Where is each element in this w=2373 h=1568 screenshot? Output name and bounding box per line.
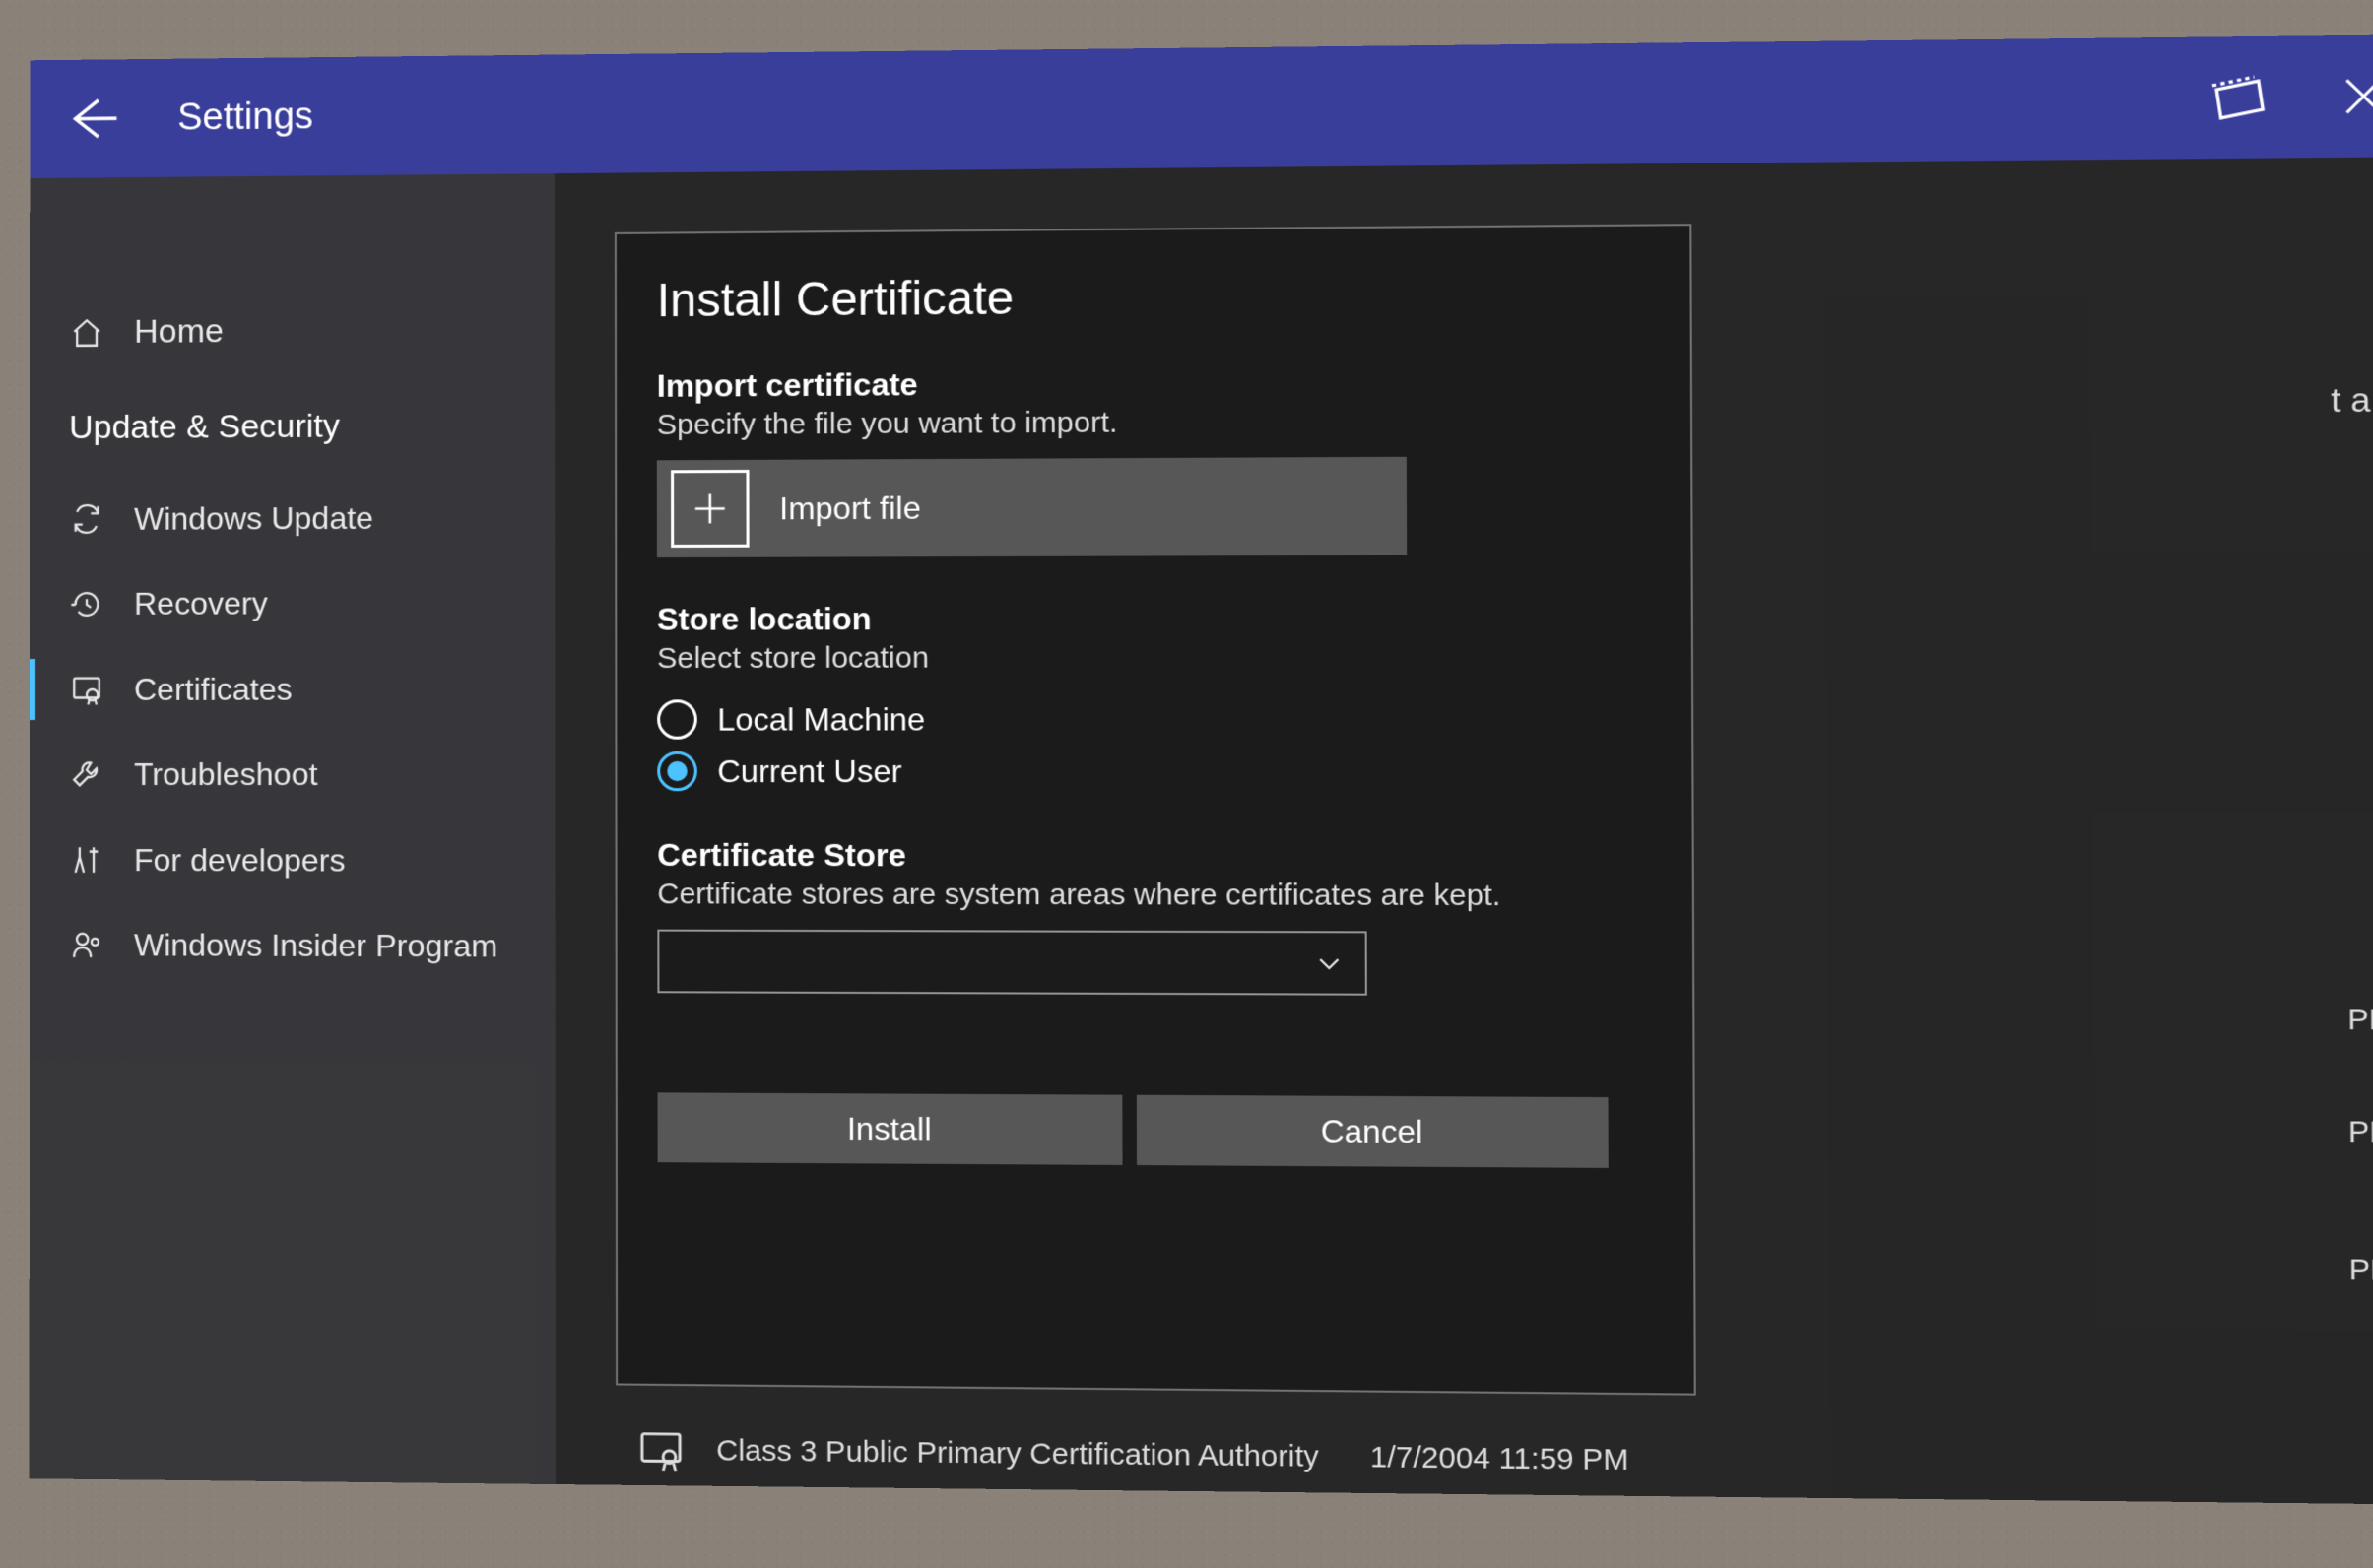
- wrench-icon: [69, 756, 104, 792]
- install-button-label: Install: [847, 1110, 932, 1147]
- radio-label: Local Machine: [717, 701, 925, 739]
- import-file-button[interactable]: Import file: [657, 457, 1407, 557]
- radio-icon: [657, 699, 697, 739]
- close-button[interactable]: [2327, 60, 2373, 132]
- back-button[interactable]: [59, 84, 128, 154]
- main-content: t a PM PM PM Class 3 Public Primary Cert…: [555, 157, 2373, 1505]
- sidebar-item-windows-insider[interactable]: Windows Insider Program: [30, 902, 556, 989]
- dialog-button-row: Install Cancel: [658, 1092, 1652, 1168]
- cancel-button[interactable]: Cancel: [1137, 1095, 1609, 1168]
- cancel-button-label: Cancel: [1321, 1113, 1423, 1150]
- store-location-head: Store location: [657, 599, 1650, 638]
- sidebar-item-certificates[interactable]: Certificates: [30, 646, 555, 732]
- settings-window: Settings Hom: [30, 34, 2373, 1505]
- sidebar-item-troubleshoot[interactable]: Troubleshoot: [30, 732, 556, 817]
- dialog-title: Install Certificate: [657, 266, 1649, 328]
- sidebar-home[interactable]: Home: [30, 293, 555, 370]
- certificate-row-icon: [635, 1425, 686, 1475]
- sidebar-item-label: Windows Update: [134, 499, 373, 538]
- radio-label: Current User: [717, 752, 901, 789]
- sidebar: Home Update & Security Windows Update: [30, 173, 556, 1484]
- sidebar-item-label: Windows Insider Program: [134, 926, 497, 965]
- bg-time-fragment: PM: [2348, 1115, 2373, 1150]
- install-button[interactable]: Install: [658, 1092, 1123, 1165]
- home-icon: [69, 315, 104, 351]
- sidebar-item-label: Recovery: [134, 585, 268, 623]
- install-certificate-dialog: Install Certificate Import certificate S…: [615, 224, 1696, 1396]
- history-icon: [69, 586, 104, 621]
- bg-time-fragment: PM: [2349, 1253, 2373, 1288]
- import-section-sub: Specify the file you want to import.: [657, 403, 1649, 442]
- import-file-label: Import file: [779, 490, 921, 527]
- cert-list-row[interactable]: Class 3 Public Primary Certification Aut…: [635, 1425, 2373, 1494]
- multitask-icon[interactable]: [2201, 62, 2274, 134]
- sync-icon: [69, 501, 104, 537]
- radio-current-user[interactable]: Current User: [657, 745, 1650, 797]
- sidebar-item-for-developers[interactable]: For developers: [30, 817, 556, 904]
- cert-store-dropdown[interactable]: [657, 930, 1367, 996]
- sidebar-section-title: Update & Security: [30, 366, 555, 477]
- insider-icon: [69, 927, 104, 962]
- app-body: Home Update & Security Windows Update: [30, 157, 2373, 1505]
- sidebar-home-label: Home: [134, 312, 224, 352]
- plus-icon: [671, 470, 750, 548]
- bg-time-fragment: PM: [2347, 1003, 2373, 1037]
- store-location-radio-group: Local Machine Current User: [657, 692, 1650, 798]
- import-section-head: Import certificate: [657, 362, 1649, 405]
- sidebar-item-label: Troubleshoot: [134, 755, 317, 794]
- sidebar-item-label: Certificates: [134, 670, 293, 708]
- tools-icon: [69, 842, 104, 878]
- cert-store-sub: Certificate stores are system areas wher…: [657, 878, 1651, 914]
- radio-local-machine[interactable]: Local Machine: [657, 692, 1650, 746]
- sidebar-item-recovery[interactable]: Recovery: [30, 560, 555, 647]
- certificate-icon: [69, 672, 104, 707]
- sidebar-item-label: For developers: [134, 841, 346, 880]
- cert-row-name: Class 3 Public Primary Certification Aut…: [716, 1434, 1319, 1474]
- cert-store-head: Certificate Store: [657, 837, 1651, 876]
- chevron-down-icon: [1314, 948, 1345, 979]
- sidebar-item-windows-update[interactable]: Windows Update: [30, 475, 555, 562]
- store-location-sub: Select store location: [657, 640, 1650, 676]
- cert-row-time: 1/7/2004 11:59 PM: [1370, 1441, 1629, 1478]
- radio-icon: [657, 751, 697, 791]
- titlebar: Settings: [30, 34, 2373, 178]
- window-title: Settings: [177, 76, 2201, 139]
- bg-text-fragment: t a: [2331, 381, 2371, 422]
